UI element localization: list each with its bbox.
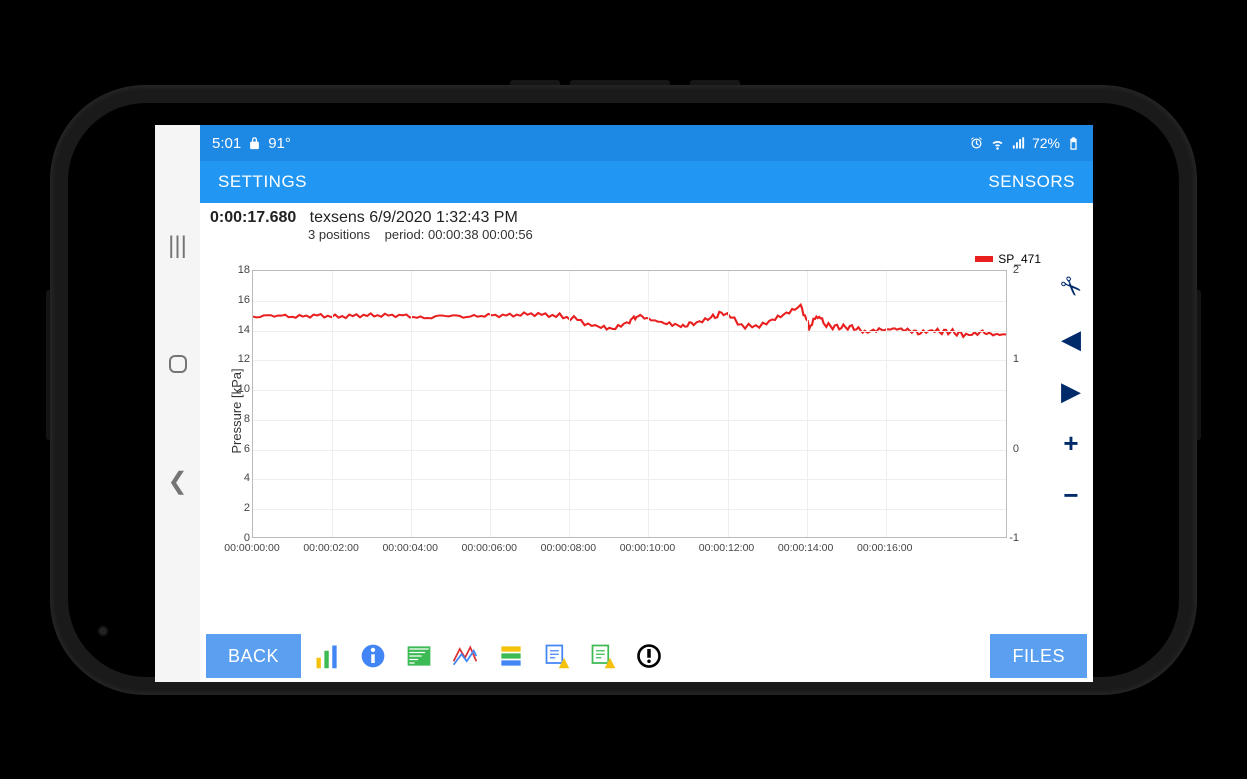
temp-text: 91° <box>268 135 291 152</box>
plot-area[interactable] <box>252 270 1007 538</box>
y-tick: 2 <box>232 502 250 514</box>
zoom-in-icon[interactable]: + <box>1063 430 1078 456</box>
pressure-chart[interactable]: SP_471 Pressure [kPa] 024681012141618-10… <box>200 246 1049 576</box>
back-nav-button[interactable]: ❮ <box>167 470 187 494</box>
legend-swatch <box>975 256 993 262</box>
y-tick: 4 <box>232 472 250 484</box>
y2-tick: -1 <box>1009 532 1019 544</box>
y2-tick: 1 <box>1013 353 1019 365</box>
x-tick: 00:00:04:00 <box>382 542 437 554</box>
bottom-toolbar: BACK FILES <box>200 630 1093 682</box>
session-title: texsens 6/9/2020 1:32:43 PM <box>310 209 518 226</box>
period-text: period: 00:00:38 00:00:56 <box>385 227 533 242</box>
y-tick: 10 <box>232 383 250 395</box>
y-axis-label: Pressure [kPa] <box>229 368 244 453</box>
alarm-icon <box>969 135 984 152</box>
battery-text: 72% <box>1032 135 1060 151</box>
legend-label: SP_471 <box>998 252 1041 266</box>
elapsed-time: 0:00:17.680 <box>210 209 296 226</box>
export-warn-icon[interactable] <box>583 636 623 676</box>
alert-icon[interactable] <box>629 636 669 676</box>
files-button[interactable]: FILES <box>990 634 1087 678</box>
import-warn-icon[interactable] <box>537 636 577 676</box>
x-tick: 00:00:14:00 <box>778 542 833 554</box>
app-screen: ||| ❮ 5:01 91° 72% SETTINGS SENSORS <box>155 125 1093 682</box>
lock-icon <box>247 135 262 152</box>
recent-apps-button[interactable]: ||| <box>168 234 187 258</box>
y-tick: 6 <box>232 443 250 455</box>
app-bar: SETTINGS SENSORS <box>200 161 1093 203</box>
status-bar: 5:01 91° 72% <box>200 125 1093 161</box>
next-icon[interactable]: ▶ <box>1061 378 1081 404</box>
zoom-out-icon[interactable]: − <box>1063 482 1078 508</box>
x-tick: 00:00:12:00 <box>699 542 754 554</box>
y-tick: 16 <box>232 294 250 306</box>
battery-icon <box>1066 135 1081 152</box>
x-tick: 00:00:16:00 <box>857 542 912 554</box>
session-header: 0:00:17.680 texsens 6/9/2020 1:32:43 PM … <box>200 203 1093 246</box>
x-tick: 00:00:10:00 <box>620 542 675 554</box>
back-button[interactable]: BACK <box>206 634 301 678</box>
y-tick: 18 <box>232 264 250 276</box>
x-tick: 00:00:02:00 <box>303 542 358 554</box>
x-tick: 00:00:08:00 <box>541 542 596 554</box>
bars-icon[interactable] <box>307 636 347 676</box>
x-tick: 00:00:06:00 <box>462 542 517 554</box>
clock-text: 5:01 <box>212 135 241 152</box>
wifi-icon <box>990 135 1005 152</box>
y2-tick: 0 <box>1013 443 1019 455</box>
y-tick: 12 <box>232 353 250 365</box>
settings-button[interactable]: SETTINGS <box>218 172 307 192</box>
signal-icon <box>1011 135 1026 152</box>
x-tick: 00:00:00:00 <box>224 542 279 554</box>
app-content: 5:01 91° 72% SETTINGS SENSORS 0:00:17.68… <box>200 125 1093 682</box>
android-nav-rail: ||| ❮ <box>155 125 200 682</box>
y2-tick: 2 <box>1013 264 1019 276</box>
info-icon[interactable] <box>353 636 393 676</box>
chart-tools: ✂ ◀ ▶ + − <box>1049 246 1093 630</box>
y-tick: 14 <box>232 324 250 336</box>
stack-icon[interactable] <box>491 636 531 676</box>
gradient-icon[interactable] <box>399 636 439 676</box>
sensors-button[interactable]: SENSORS <box>988 172 1075 192</box>
prev-icon[interactable]: ◀ <box>1061 326 1081 352</box>
home-button[interactable] <box>169 355 187 373</box>
positions-text: 3 positions <box>308 227 370 242</box>
chart-legend: SP_471 <box>975 252 1041 266</box>
cut-icon[interactable]: ✂ <box>1054 270 1088 304</box>
y-tick: 8 <box>232 413 250 425</box>
overlay-icon[interactable] <box>445 636 485 676</box>
